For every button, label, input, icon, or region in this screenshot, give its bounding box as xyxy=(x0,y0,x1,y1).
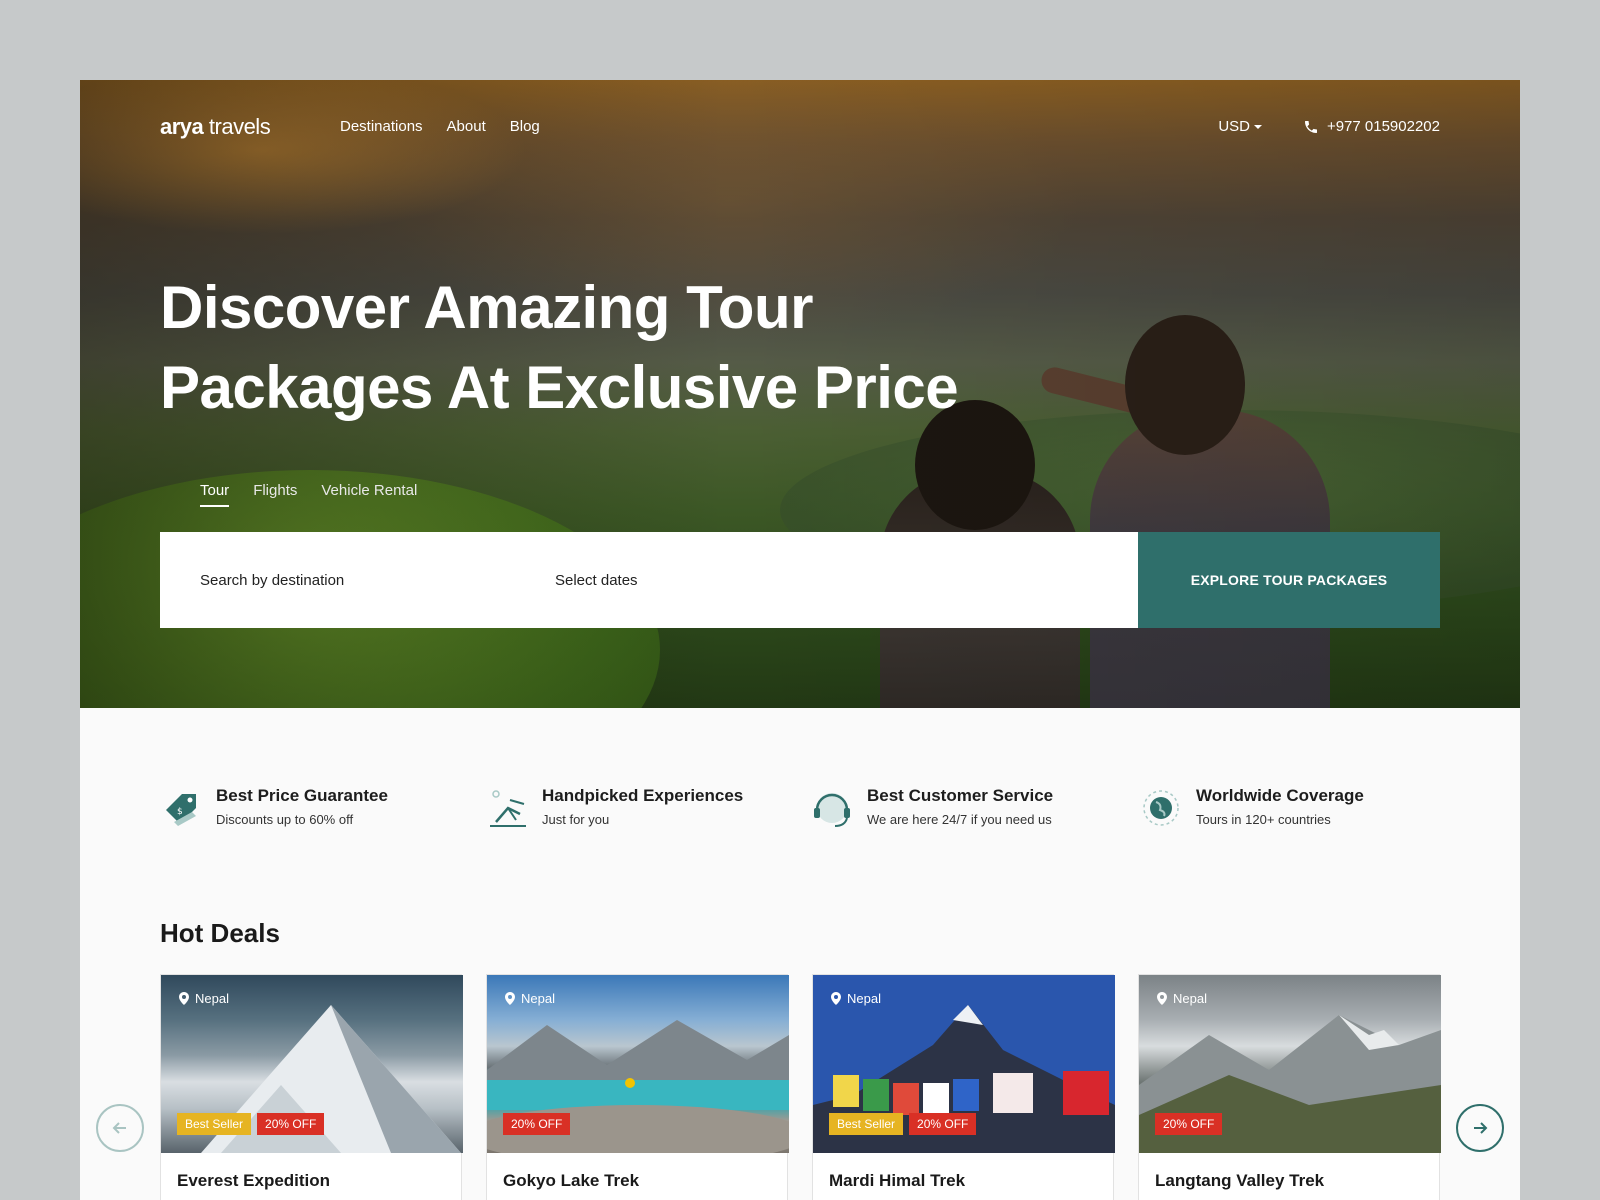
feature-subtitle: Just for you xyxy=(542,812,610,827)
deal-location-text: Nepal xyxy=(847,991,881,1006)
feature-title: Worldwide Coverage xyxy=(1196,786,1364,805)
map-pin-icon xyxy=(505,992,515,1005)
map-pin-icon xyxy=(179,992,189,1005)
feature-subtitle: We are here 24/7 if you need us xyxy=(867,812,1052,827)
carousel-next-button[interactable] xyxy=(1456,1104,1504,1152)
feature-worldwide: Worldwide Coverage Tours in 120+ countri… xyxy=(1140,786,1364,830)
hot-deals-heading: Hot Deals xyxy=(160,918,280,948)
hero-headline-line1: Discover Amazing Tour xyxy=(160,274,813,341)
deal-title: Langtang Valley Trek xyxy=(1155,1171,1325,1190)
map-pin-icon xyxy=(831,992,841,1005)
phone-contact[interactable]: +977 015902202 xyxy=(1303,118,1440,135)
deal-card-langtang[interactable]: Nepal 20% OFF Langtang Valley Trek xyxy=(1138,974,1441,1200)
deal-title: Everest Expedition xyxy=(177,1171,331,1190)
nav-link-destinations[interactable]: Destinations xyxy=(340,118,423,135)
top-navigation: arya travels Destinations About Blog USD… xyxy=(160,114,1440,140)
features-row: $ Best Price Guarantee Discounts up to 6… xyxy=(160,786,1440,836)
feature-subtitle: Tours in 120+ countries xyxy=(1196,812,1331,827)
discount-badge: 20% OFF xyxy=(909,1113,977,1135)
caret-down-icon xyxy=(1254,125,1262,130)
hero-headline: Discover Amazing Tour Packages At Exclus… xyxy=(160,268,960,428)
currency-selector[interactable]: USD xyxy=(1218,118,1262,135)
feature-handpicked: Handpicked Experiences Just for you xyxy=(486,786,743,830)
globe-icon xyxy=(1143,790,1179,826)
price-tag-icon: $ xyxy=(166,794,196,826)
brand-logo[interactable]: arya travels xyxy=(160,114,271,140)
tab-tour[interactable]: Tour xyxy=(200,482,230,507)
search-tabs: Tour Flights Vehicle Rental xyxy=(200,482,417,507)
deal-location-text: Nepal xyxy=(521,991,555,1006)
deal-title: Gokyo Lake Trek xyxy=(503,1171,640,1190)
phone-number: +977 015902202 xyxy=(1326,118,1440,135)
deal-location: Nepal xyxy=(831,991,881,1006)
hero-headline-line2: Packages At Exclusive Price xyxy=(160,354,959,421)
phone-icon xyxy=(1304,120,1317,133)
currency-label: USD xyxy=(1218,118,1250,135)
svg-text:$: $ xyxy=(177,807,183,817)
destination-placeholder: Search by destination xyxy=(200,571,345,589)
deal-card-everest[interactable]: Nepal Best Seller 20% OFF Everest Expedi… xyxy=(160,974,463,1200)
deal-location-text: Nepal xyxy=(1173,991,1207,1006)
nav-links: Destinations About Blog xyxy=(340,118,540,135)
search-bar: Search by destination Select dates EXPLO… xyxy=(160,532,1440,628)
feature-best-price: $ Best Price Guarantee Discounts up to 6… xyxy=(160,786,388,830)
deal-location: Nepal xyxy=(505,991,555,1006)
feature-customer-service: Best Customer Service We are here 24/7 i… xyxy=(811,786,1053,830)
carousel-prev-button[interactable] xyxy=(96,1104,144,1152)
map-pin-icon xyxy=(1157,992,1167,1005)
destination-input[interactable]: Search by destination xyxy=(160,532,555,628)
logo-light-text: travels xyxy=(203,114,271,139)
deal-badges: 20% OFF xyxy=(503,1113,571,1135)
nav-link-blog[interactable]: Blog xyxy=(510,118,540,135)
deal-badges: Best Seller 20% OFF xyxy=(177,1113,325,1135)
page-frame: arya travels Destinations About Blog USD… xyxy=(80,80,1520,1200)
discount-badge: 20% OFF xyxy=(1155,1113,1223,1135)
deal-location: Nepal xyxy=(1157,991,1207,1006)
deal-card-gokyo[interactable]: Nepal 20% OFF Gokyo Lake Trek xyxy=(486,974,789,1200)
best-seller-badge: Best Seller xyxy=(177,1113,252,1135)
explore-tour-packages-button[interactable]: EXPLORE TOUR PACKAGES xyxy=(1138,532,1440,628)
deal-badges: Best Seller 20% OFF xyxy=(829,1113,977,1135)
deal-title: Mardi Himal Trek xyxy=(829,1171,966,1190)
best-seller-badge: Best Seller xyxy=(829,1113,904,1135)
deal-location-text: Nepal xyxy=(195,991,229,1006)
arrow-left-icon xyxy=(112,1122,126,1134)
tab-vehicle-rental[interactable]: Vehicle Rental xyxy=(321,482,417,507)
feature-title: Best Customer Service xyxy=(867,786,1054,805)
tab-flights[interactable]: Flights xyxy=(253,482,297,507)
feature-subtitle: Discounts up to 60% off xyxy=(216,812,354,827)
deal-location: Nepal xyxy=(179,991,229,1006)
dates-placeholder: Select dates xyxy=(555,571,638,589)
dates-input[interactable]: Select dates xyxy=(555,532,1138,628)
nav-link-about[interactable]: About xyxy=(447,118,486,135)
arrow-right-icon xyxy=(1474,1122,1488,1134)
deal-badges: 20% OFF xyxy=(1155,1113,1223,1135)
logo-bold-text: arya xyxy=(160,114,204,139)
feature-title: Best Price Guarantee xyxy=(216,786,388,805)
deal-card-mardi-himal[interactable]: Nepal Best Seller 20% OFF Mardi Himal Tr… xyxy=(812,974,1115,1200)
feature-title: Handpicked Experiences xyxy=(542,786,744,805)
discount-badge: 20% OFF xyxy=(503,1113,571,1135)
beach-chair-icon xyxy=(490,790,526,827)
hot-deals-carousel: Nepal Best Seller 20% OFF Everest Expedi… xyxy=(160,974,1441,1200)
headset-icon xyxy=(814,793,850,827)
hero-section: arya travels Destinations About Blog USD… xyxy=(80,80,1520,708)
discount-badge: 20% OFF xyxy=(257,1113,325,1135)
